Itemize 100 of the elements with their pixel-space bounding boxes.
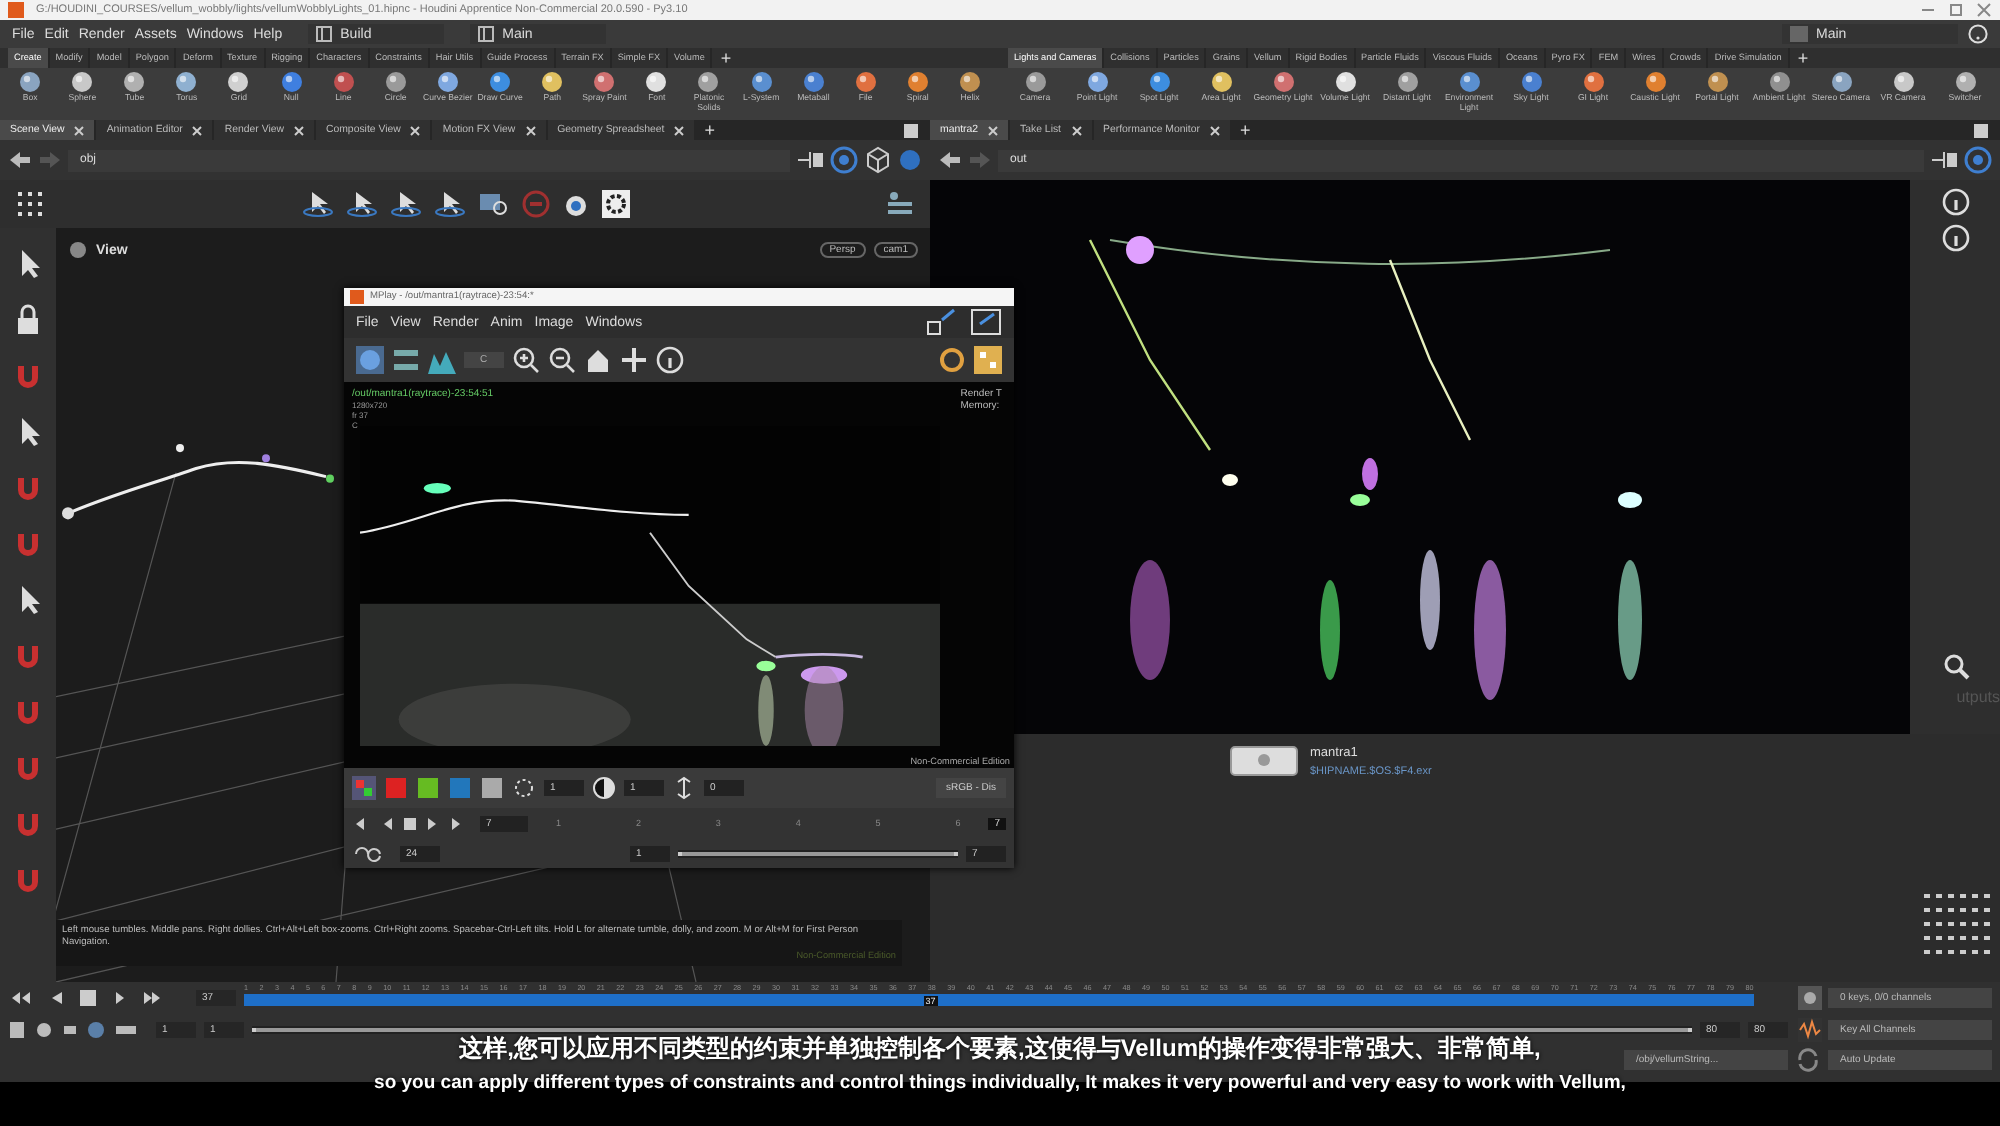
- select-tool-icon[interactable]: [345, 190, 377, 218]
- tool-icon[interactable]: [905, 70, 930, 94]
- tool-icon[interactable]: [1891, 70, 1915, 94]
- tool-icon[interactable]: [958, 70, 983, 94]
- tool-icon[interactable]: [749, 70, 774, 94]
- close-icon[interactable]: [674, 125, 685, 135]
- magnet-icon[interactable]: [12, 528, 44, 560]
- layout-icon: [478, 26, 495, 42]
- sphere-icon[interactable]: [898, 148, 922, 172]
- zoom-in-icon[interactable]: [511, 346, 540, 374]
- gear-icon[interactable]: [601, 190, 629, 218]
- layers-icon[interactable]: [392, 346, 420, 374]
- tool-icon[interactable]: [1581, 70, 1605, 94]
- channel-icon[interactable]: [448, 776, 472, 800]
- tool-icon[interactable]: [1519, 70, 1543, 94]
- close-icon[interactable]: [1209, 125, 1220, 135]
- tool-icon[interactable]: [644, 70, 669, 94]
- magnet-icon[interactable]: [12, 808, 44, 840]
- channels-icon[interactable]: [352, 776, 376, 800]
- tool-icon[interactable]: [488, 70, 513, 94]
- tool-icon[interactable]: [1767, 70, 1791, 94]
- tool-icon[interactable]: [1085, 70, 1109, 94]
- app-icon: [8, 2, 24, 18]
- close-icon[interactable]: [74, 125, 85, 135]
- tool-icon[interactable]: [279, 70, 304, 94]
- magnet-icon[interactable]: [12, 864, 44, 896]
- magnet-icon[interactable]: [12, 640, 44, 672]
- magnet-icon[interactable]: [12, 472, 44, 504]
- tool-icon[interactable]: [383, 70, 408, 94]
- add-tab-button[interactable]: +: [1789, 48, 1817, 68]
- tool-icon[interactable]: [1457, 70, 1481, 94]
- add-tab-button[interactable]: +: [712, 48, 740, 68]
- info-icon[interactable]: [655, 346, 684, 374]
- select-tool-icon[interactable]: [433, 190, 465, 218]
- tool-icon[interactable]: [331, 70, 356, 94]
- back-arrow-icon[interactable]: [8, 150, 32, 170]
- levels-icon[interactable]: [672, 776, 696, 800]
- pin-icon[interactable]: [1930, 148, 1958, 172]
- tool-icon[interactable]: [592, 70, 617, 94]
- tool-icon[interactable]: [801, 70, 826, 94]
- back-arrow-icon[interactable]: [938, 150, 962, 170]
- refresh-icon[interactable]: [1796, 1048, 1820, 1072]
- lock-icon[interactable]: [12, 304, 44, 336]
- waveform-icon[interactable]: [1798, 1018, 1822, 1042]
- magnet-icon[interactable]: [12, 752, 44, 784]
- tool-icon[interactable]: [1953, 70, 1977, 94]
- frame-icon[interactable]: [619, 346, 648, 374]
- help-icon[interactable]: [1968, 24, 1988, 44]
- render-node[interactable]: [1230, 746, 1298, 778]
- tool-icon[interactable]: [435, 70, 460, 94]
- tool-icon[interactable]: [1643, 70, 1667, 94]
- pane-menu-icon[interactable]: [904, 123, 918, 137]
- add-tab-button[interactable]: +: [1231, 120, 1259, 140]
- pane-menu-icon[interactable]: [1974, 123, 1988, 137]
- magnet-icon[interactable]: [12, 696, 44, 728]
- select-tool-icon[interactable]: [301, 190, 333, 218]
- select-tool-icon[interactable]: [389, 190, 421, 218]
- close-icon[interactable]: [988, 125, 999, 135]
- camera-icon[interactable]: [561, 190, 589, 218]
- tool-icon[interactable]: [70, 70, 95, 94]
- magnet-icon[interactable]: [12, 360, 44, 392]
- tool-icon[interactable]: [696, 70, 721, 94]
- tool-icon[interactable]: [1829, 70, 1853, 94]
- info-icon[interactable]: [1941, 224, 1969, 252]
- close-icon[interactable]: [525, 125, 536, 135]
- timeline-bar[interactable]: [244, 984, 1754, 1012]
- tool-icon[interactable]: [122, 70, 147, 94]
- subtitle: so you can apply different types of constraints and control things individually, It makes it very powerful and very easy to work with Vellum,: [374, 1072, 1626, 1094]
- tool-icon[interactable]: [226, 70, 251, 94]
- tool-icon[interactable]: [1395, 70, 1419, 94]
- home-icon[interactable]: [583, 346, 612, 374]
- checker-icon[interactable]: [480, 776, 504, 800]
- contrast-icon[interactable]: [592, 776, 616, 800]
- exposure-icon[interactable]: [512, 776, 536, 800]
- close-icon[interactable]: [410, 125, 421, 135]
- info-icon[interactable]: [1941, 188, 1969, 216]
- grid-dots-icon[interactable]: [16, 190, 44, 218]
- pin-icon[interactable]: [796, 148, 824, 172]
- tool-icon[interactable]: [174, 70, 199, 94]
- channel-icon[interactable]: [416, 776, 440, 800]
- tool-icon[interactable]: [1333, 70, 1357, 94]
- close-icon[interactable]: [293, 125, 304, 135]
- keyframe-icon[interactable]: [1798, 986, 1822, 1010]
- maximize-icon[interactable]: [1948, 2, 1964, 18]
- magnifier-icon[interactable]: [1941, 652, 1969, 680]
- cube-icon[interactable]: [864, 146, 892, 174]
- close-icon[interactable]: [1071, 125, 1082, 135]
- tool-icon[interactable]: [1271, 70, 1295, 94]
- tool-icon[interactable]: [1705, 70, 1729, 94]
- tool-icon[interactable]: [853, 70, 878, 94]
- tool-icon[interactable]: [18, 70, 43, 94]
- add-tab-button[interactable]: +: [696, 120, 724, 140]
- tool-icon[interactable]: [540, 70, 565, 94]
- tool-icon[interactable]: [1147, 70, 1171, 94]
- close-icon[interactable]: [192, 125, 203, 135]
- tool-icon[interactable]: [1023, 70, 1047, 94]
- display-options-icon[interactable]: [886, 190, 914, 218]
- magnifier-icon[interactable]: [477, 190, 509, 218]
- zoom-out-icon[interactable]: [547, 346, 576, 374]
- tool-icon[interactable]: [1209, 70, 1233, 94]
